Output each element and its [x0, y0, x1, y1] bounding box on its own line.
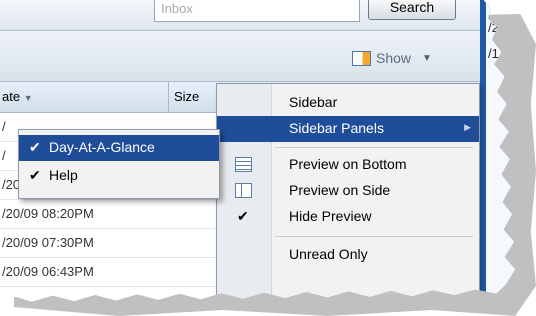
- column-divider[interactable]: [168, 82, 169, 112]
- menu-separator: [275, 147, 473, 148]
- column-header-size[interactable]: Size: [174, 89, 199, 104]
- checkmark-icon: ✔: [29, 167, 41, 183]
- chevron-down-icon: ▼: [422, 52, 432, 64]
- sort-arrow-icon: ▼: [23, 93, 33, 103]
- toolbar: Show ▼: [0, 31, 480, 82]
- menu-separator: [275, 236, 473, 237]
- checkmark-icon: ✔: [237, 208, 249, 224]
- menu-item-preview-side[interactable]: Preview on Side: [217, 178, 479, 204]
- table-row[interactable]: /20/09 07:30PM: [0, 229, 230, 258]
- show-menu: Sidebar Sidebar Panels ▶ Preview on Bott…: [216, 83, 480, 302]
- submenu-item-help[interactable]: ✔ Help: [19, 163, 219, 189]
- table-row[interactable]: /20/09 08:20PM: [0, 200, 230, 229]
- menu-item-hide-preview[interactable]: ✔ Hide Preview: [217, 204, 479, 230]
- table-row[interactable]: /20/09 06:43PM: [0, 258, 230, 287]
- menu-item-sidebar-panels[interactable]: Sidebar Panels ▶: [217, 116, 479, 142]
- preview-side-icon: [235, 183, 252, 198]
- pane-date: /1: [488, 46, 499, 61]
- search-bar: Inbox Search: [0, 0, 480, 31]
- search-input[interactable]: Inbox: [154, 0, 360, 22]
- submenu-arrow-icon: ▶: [464, 122, 471, 132]
- menu-item-unread-only[interactable]: Unread Only: [217, 242, 479, 268]
- sidebar-panels-submenu: ✔ Day-At-A-Glance ✔ Help: [18, 129, 220, 199]
- screenshot-area: Inbox Search Show ▼ ate ▼ Size / / /20/0…: [0, 0, 516, 302]
- preview-bottom-icon: [235, 157, 252, 172]
- menu-item-preview-bottom[interactable]: Preview on Bottom: [217, 152, 479, 178]
- column-header-date[interactable]: ate ▼: [2, 89, 33, 104]
- submenu-item-day-at-a-glance[interactable]: ✔ Day-At-A-Glance: [19, 135, 219, 161]
- checkmark-icon: ✔: [29, 139, 41, 155]
- search-button[interactable]: Search: [368, 0, 456, 20]
- preview-pane-icon: [352, 50, 371, 66]
- show-button[interactable]: Show ▼: [352, 48, 432, 68]
- menu-item-sidebar[interactable]: Sidebar: [217, 90, 479, 116]
- show-label: Show: [376, 50, 412, 66]
